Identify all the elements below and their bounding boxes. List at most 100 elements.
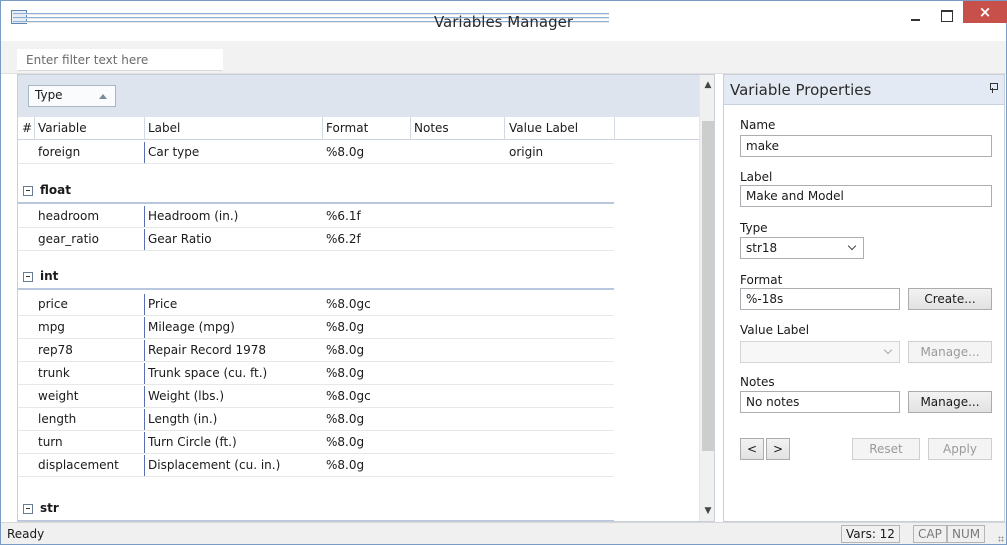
notes-field[interactable] — [740, 391, 900, 413]
name-field[interactable] — [740, 135, 992, 157]
cell-format: %8.0gc — [326, 389, 371, 403]
table-row[interactable]: rep78 Repair Record 1978 %8.0g — [18, 339, 614, 362]
caps-lock-indicator: CAP — [913, 525, 947, 543]
cell-label: Car type — [148, 145, 200, 159]
cell-label: Weight (lbs.) — [148, 389, 225, 403]
table-row[interactable]: displacement Displacement (cu. in.) %8.0… — [18, 454, 614, 477]
window-title: Variables Manager — [433, 13, 574, 31]
type-select-value: str18 — [746, 241, 778, 255]
table-row[interactable]: trunk Trunk space (cu. ft.) %8.0g — [18, 362, 614, 385]
group-row-str[interactable]: str — [18, 498, 614, 521]
cell-label: Displacement (cu. in.) — [148, 458, 281, 472]
status-text: Ready — [7, 527, 45, 541]
group-row-float[interactable]: float — [18, 180, 614, 204]
collapse-icon[interactable] — [23, 186, 33, 196]
type-select[interactable]: str18 — [740, 237, 864, 259]
group-row-int[interactable]: int — [18, 266, 614, 290]
cell-format: %8.0g — [326, 458, 365, 472]
chevron-down-icon — [847, 241, 857, 251]
apply-button[interactable]: Apply — [928, 438, 992, 460]
column-header-label[interactable]: Label — [148, 121, 180, 135]
reset-button[interactable]: Reset — [852, 438, 920, 460]
group-label: int — [40, 269, 59, 283]
maximize-button[interactable] — [931, 1, 963, 31]
type-label: Type — [740, 221, 768, 235]
table-row[interactable]: price Price %8.0gc — [18, 293, 614, 316]
grid-vertical-scrollbar[interactable]: ▲ ▼ — [699, 75, 714, 521]
chevron-down-icon — [883, 345, 893, 355]
format-field[interactable] — [740, 288, 900, 310]
scroll-down-icon[interactable]: ▼ — [700, 503, 714, 519]
column-header-row: # Variable Label Format Notes Value Labe… — [18, 117, 699, 140]
status-bar: Ready Vars: 12 CAP NUM — [1, 522, 1006, 544]
resize-grip-icon[interactable] — [998, 536, 1004, 542]
cell-variable: price — [38, 297, 68, 311]
label-label: Label — [740, 170, 773, 184]
cell-variable: length — [38, 412, 77, 426]
cell-variable: turn — [38, 435, 63, 449]
manage-notes-button[interactable]: Manage... — [908, 391, 992, 413]
properties-title: Variable Properties — [730, 81, 872, 99]
sort-ascending-icon — [99, 94, 107, 99]
label-field[interactable] — [740, 185, 992, 207]
group-label: str — [40, 501, 59, 515]
cell-variable: weight — [38, 389, 79, 403]
pin-icon[interactable] — [990, 83, 998, 93]
cell-format: %8.0g — [326, 343, 365, 357]
cell-label: Price — [148, 297, 178, 311]
group-by-type-chip[interactable]: Type — [28, 85, 116, 107]
cell-label: Headroom (in.) — [148, 209, 239, 223]
column-header-notes[interactable]: Notes — [414, 121, 449, 135]
cell-variable: displacement — [38, 458, 119, 472]
collapse-icon[interactable] — [23, 504, 33, 514]
next-variable-button[interactable]: > — [766, 438, 790, 460]
table-row[interactable]: headroom Headroom (in.) %6.1f — [18, 205, 614, 228]
value-label-select[interactable] — [740, 341, 900, 363]
collapse-icon[interactable] — [23, 272, 33, 282]
cell-variable: headroom — [38, 209, 100, 223]
notes-label: Notes — [740, 375, 775, 389]
column-header-format[interactable]: Format — [326, 121, 368, 135]
table-row[interactable]: length Length (in.) %8.0g — [18, 408, 614, 431]
scroll-up-icon[interactable]: ▲ — [700, 77, 714, 93]
variable-properties-panel: Variable Properties Name Label Type str1… — [723, 74, 1005, 522]
cell-format: %8.0g — [326, 320, 365, 334]
scrollbar-thumb[interactable] — [702, 121, 714, 451]
cell-variable: rep78 — [38, 343, 73, 357]
format-label: Format — [740, 273, 783, 287]
column-header-index[interactable]: # — [22, 121, 32, 135]
cell-format: %8.0g — [326, 412, 365, 426]
name-label: Name — [740, 118, 776, 132]
properties-header: Variable Properties — [724, 75, 1004, 105]
value-label-label: Value Label — [740, 323, 810, 337]
create-format-button[interactable]: Create... — [908, 288, 992, 310]
table-row[interactable]: mpg Mileage (mpg) %8.0g — [18, 316, 614, 339]
cell-variable: gear_ratio — [38, 232, 99, 246]
variables-manager-window: Variables Manager × Type # Variable Labe… — [0, 0, 1007, 545]
cell-label: Repair Record 1978 — [148, 343, 267, 357]
close-icon: × — [978, 3, 992, 21]
vars-count: Vars: 12 — [841, 525, 900, 543]
cell-format: %6.1f — [326, 209, 361, 223]
cell-label: Trunk space (cu. ft.) — [148, 366, 268, 380]
cell-label: Mileage (mpg) — [148, 320, 235, 334]
table-row[interactable]: gear_ratio Gear Ratio %6.2f — [18, 228, 614, 251]
previous-variable-button[interactable]: < — [740, 438, 764, 460]
column-header-variable[interactable]: Variable — [38, 121, 87, 135]
minimize-button[interactable] — [899, 1, 931, 31]
num-lock-indicator: NUM — [947, 525, 986, 543]
filter-input[interactable] — [17, 49, 223, 71]
cell-format: %8.0g — [326, 435, 365, 449]
table-row[interactable]: foreign Car type %8.0g origin — [18, 141, 614, 164]
cell-variable: trunk — [38, 366, 70, 380]
group-by-label: Type — [35, 88, 63, 102]
cell-label: Gear Ratio — [148, 232, 212, 246]
manage-value-label-button[interactable]: Manage... — [908, 341, 992, 363]
cell-format: %8.0gc — [326, 297, 371, 311]
table-row[interactable]: turn Turn Circle (ft.) %8.0g — [18, 431, 614, 454]
cell-label: Turn Circle (ft.) — [148, 435, 237, 449]
cell-variable: mpg — [38, 320, 65, 334]
column-header-value-label[interactable]: Value Label — [509, 121, 578, 135]
close-button[interactable]: × — [963, 1, 1007, 23]
table-row[interactable]: weight Weight (lbs.) %8.0gc — [18, 385, 614, 408]
